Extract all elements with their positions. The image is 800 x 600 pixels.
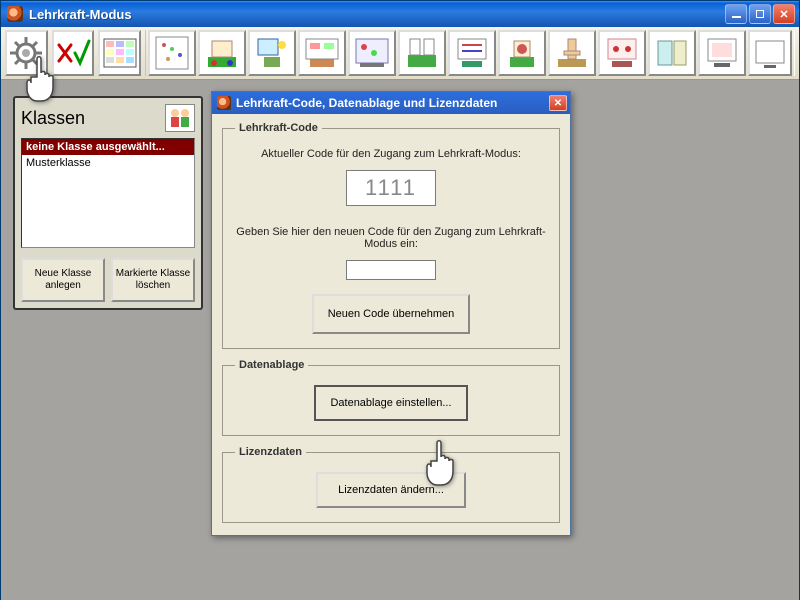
dialog-app-icon <box>217 96 231 110</box>
toolbar-activity-8[interactable] <box>498 30 546 76</box>
minimize-button[interactable] <box>725 4 747 24</box>
grid-icon <box>102 35 138 71</box>
toolbar-activity-11[interactable] <box>648 30 696 76</box>
toolbar-activity-3[interactable] <box>248 30 296 76</box>
activity-icon-12 <box>704 35 740 71</box>
current-code-display: 1111 <box>346 170 436 206</box>
titlebar: Lehrkraft-Modus ✕ <box>1 1 799 27</box>
toolbar-cancel-ok-button[interactable] <box>52 30 95 76</box>
klassen-title: Klassen <box>21 108 85 129</box>
legend-lizenzdaten: Lizenzdaten <box>235 446 306 458</box>
klassen-list[interactable]: keine Klasse ausgewählt... Musterklasse <box>21 138 195 248</box>
activity-icon-10 <box>604 35 640 71</box>
activity-icon-5 <box>354 35 390 71</box>
dialog-lehrkraft-code: Lehrkraft-Code, Datenablage und Lizenzda… <box>211 91 571 536</box>
new-code-label: Geben Sie hier den neuen Code für den Zu… <box>235 226 547 250</box>
close-button[interactable]: ✕ <box>773 4 795 24</box>
current-code-label: Aktueller Code für den Zugang zum Lehrkr… <box>235 148 547 160</box>
dialog-close-button[interactable]: ✕ <box>549 95 567 111</box>
toolbar-activity-2[interactable] <box>198 30 246 76</box>
toolbar-activity-5[interactable] <box>348 30 396 76</box>
dialog-title: Lehrkraft-Code, Datenablage und Lizenzda… <box>236 96 549 110</box>
toolbar-activity-6[interactable] <box>398 30 446 76</box>
toolbar-activity-9[interactable] <box>548 30 596 76</box>
app-icon <box>7 6 23 22</box>
fieldset-datenablage: Datenablage Datenablage einstellen... <box>222 359 560 436</box>
fieldset-lizenzdaten: Lizenzdaten Lizenzdaten ändern... <box>222 446 560 523</box>
toolbar-gear-button[interactable] <box>5 30 48 76</box>
maximize-button[interactable] <box>749 4 771 24</box>
toolbar-activity-10[interactable] <box>598 30 646 76</box>
toolbar-activity-4[interactable] <box>298 30 346 76</box>
legend-lehrkraft-code: Lehrkraft-Code <box>235 122 322 134</box>
apply-code-button[interactable]: Neuen Code übernehmen <box>312 294 471 334</box>
toolbar-activity-1[interactable] <box>148 30 196 76</box>
legend-datenablage: Datenablage <box>235 359 308 371</box>
klassen-panel: Klassen keine Klasse ausgewählt... Muste… <box>13 96 203 310</box>
klassen-icon <box>165 104 195 132</box>
toolbar-activity-13[interactable] <box>748 30 792 76</box>
activity-icon-6 <box>404 35 440 71</box>
kids-icon <box>168 107 192 129</box>
datenablage-button[interactable]: Datenablage einstellen... <box>314 385 467 421</box>
activity-icon-9 <box>554 35 590 71</box>
activity-icon-1 <box>154 35 190 71</box>
toolbar-activity-12[interactable] <box>698 30 746 76</box>
delete-klasse-button[interactable]: Markierte Klasse löschen <box>111 258 195 302</box>
activity-icon-13 <box>752 35 788 71</box>
toolbar-activity-7[interactable] <box>448 30 496 76</box>
toolbar-grid-button[interactable] <box>98 30 141 76</box>
activity-icon-3 <box>254 35 290 71</box>
activity-icon-4 <box>304 35 340 71</box>
toolbar <box>1 27 799 80</box>
activity-icon-2 <box>204 35 240 71</box>
activity-icon-7 <box>454 35 490 71</box>
gear-icon <box>8 35 44 71</box>
activity-icon-8 <box>504 35 540 71</box>
lizenzdaten-button[interactable]: Lizenzdaten ändern... <box>316 472 466 508</box>
new-klasse-button[interactable]: Neue Klasse anlegen <box>21 258 105 302</box>
fieldset-lehrkraft-code: Lehrkraft-Code Aktueller Code für den Zu… <box>222 122 560 349</box>
cross-check-icon <box>55 35 91 71</box>
window-title: Lehrkraft-Modus <box>29 7 725 22</box>
klassen-list-selected[interactable]: keine Klasse ausgewählt... <box>22 139 194 155</box>
activity-icon-11 <box>654 35 690 71</box>
new-code-input[interactable] <box>346 260 436 280</box>
klassen-list-item[interactable]: Musterklasse <box>22 155 194 171</box>
dialog-titlebar: Lehrkraft-Code, Datenablage und Lizenzda… <box>212 92 570 114</box>
